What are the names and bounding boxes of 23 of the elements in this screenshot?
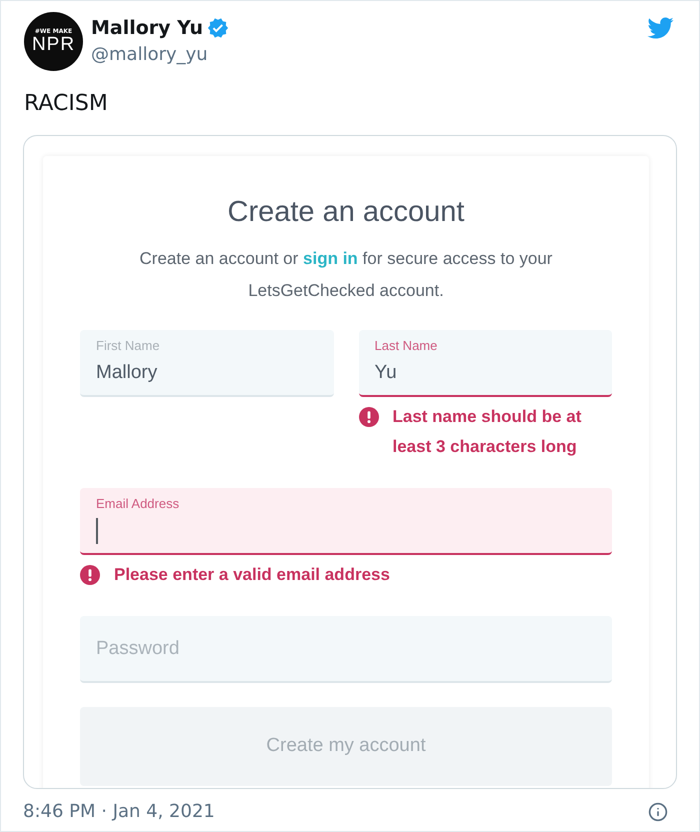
info-icon[interactable] bbox=[648, 802, 668, 822]
text-field[interactable]: Last Name Yu bbox=[358, 330, 612, 397]
field-label: First Name bbox=[96, 338, 161, 354]
field-value: Yu bbox=[374, 361, 397, 385]
error-message: Last name should be at least 3 characters long bbox=[392, 406, 582, 458]
form-title: Create an account bbox=[226, 195, 466, 230]
author-handle[interactable]: @mallory_yu bbox=[91, 43, 230, 67]
error-message: Please enter a valid email address bbox=[114, 564, 391, 586]
field-label: Email Address bbox=[96, 496, 180, 512]
exclamation-circle-icon bbox=[80, 565, 100, 585]
intro-text: Create an account or sign in for secure access to your LetsGetChecked account. bbox=[138, 248, 554, 302]
field-placeholder: Password bbox=[96, 636, 180, 660]
field-value: Mallory bbox=[96, 361, 158, 385]
avatar-logo-text: NPR bbox=[32, 35, 76, 55]
tweet-text: RACISM bbox=[24, 90, 109, 118]
field-label: Last Name bbox=[374, 338, 438, 354]
tweet-timestamp[interactable]: 8:46 PM · Jan 4, 2021 bbox=[23, 800, 215, 824]
author-name[interactable]: Mallory Yu bbox=[91, 16, 204, 40]
text-cursor bbox=[96, 518, 98, 544]
exclamation-circle-icon bbox=[358, 407, 378, 427]
text-field[interactable]: First Name Mallory bbox=[80, 330, 334, 397]
text-field[interactable]: Email Address bbox=[80, 488, 612, 555]
bird-logo-icon[interactable] bbox=[645, 15, 676, 41]
